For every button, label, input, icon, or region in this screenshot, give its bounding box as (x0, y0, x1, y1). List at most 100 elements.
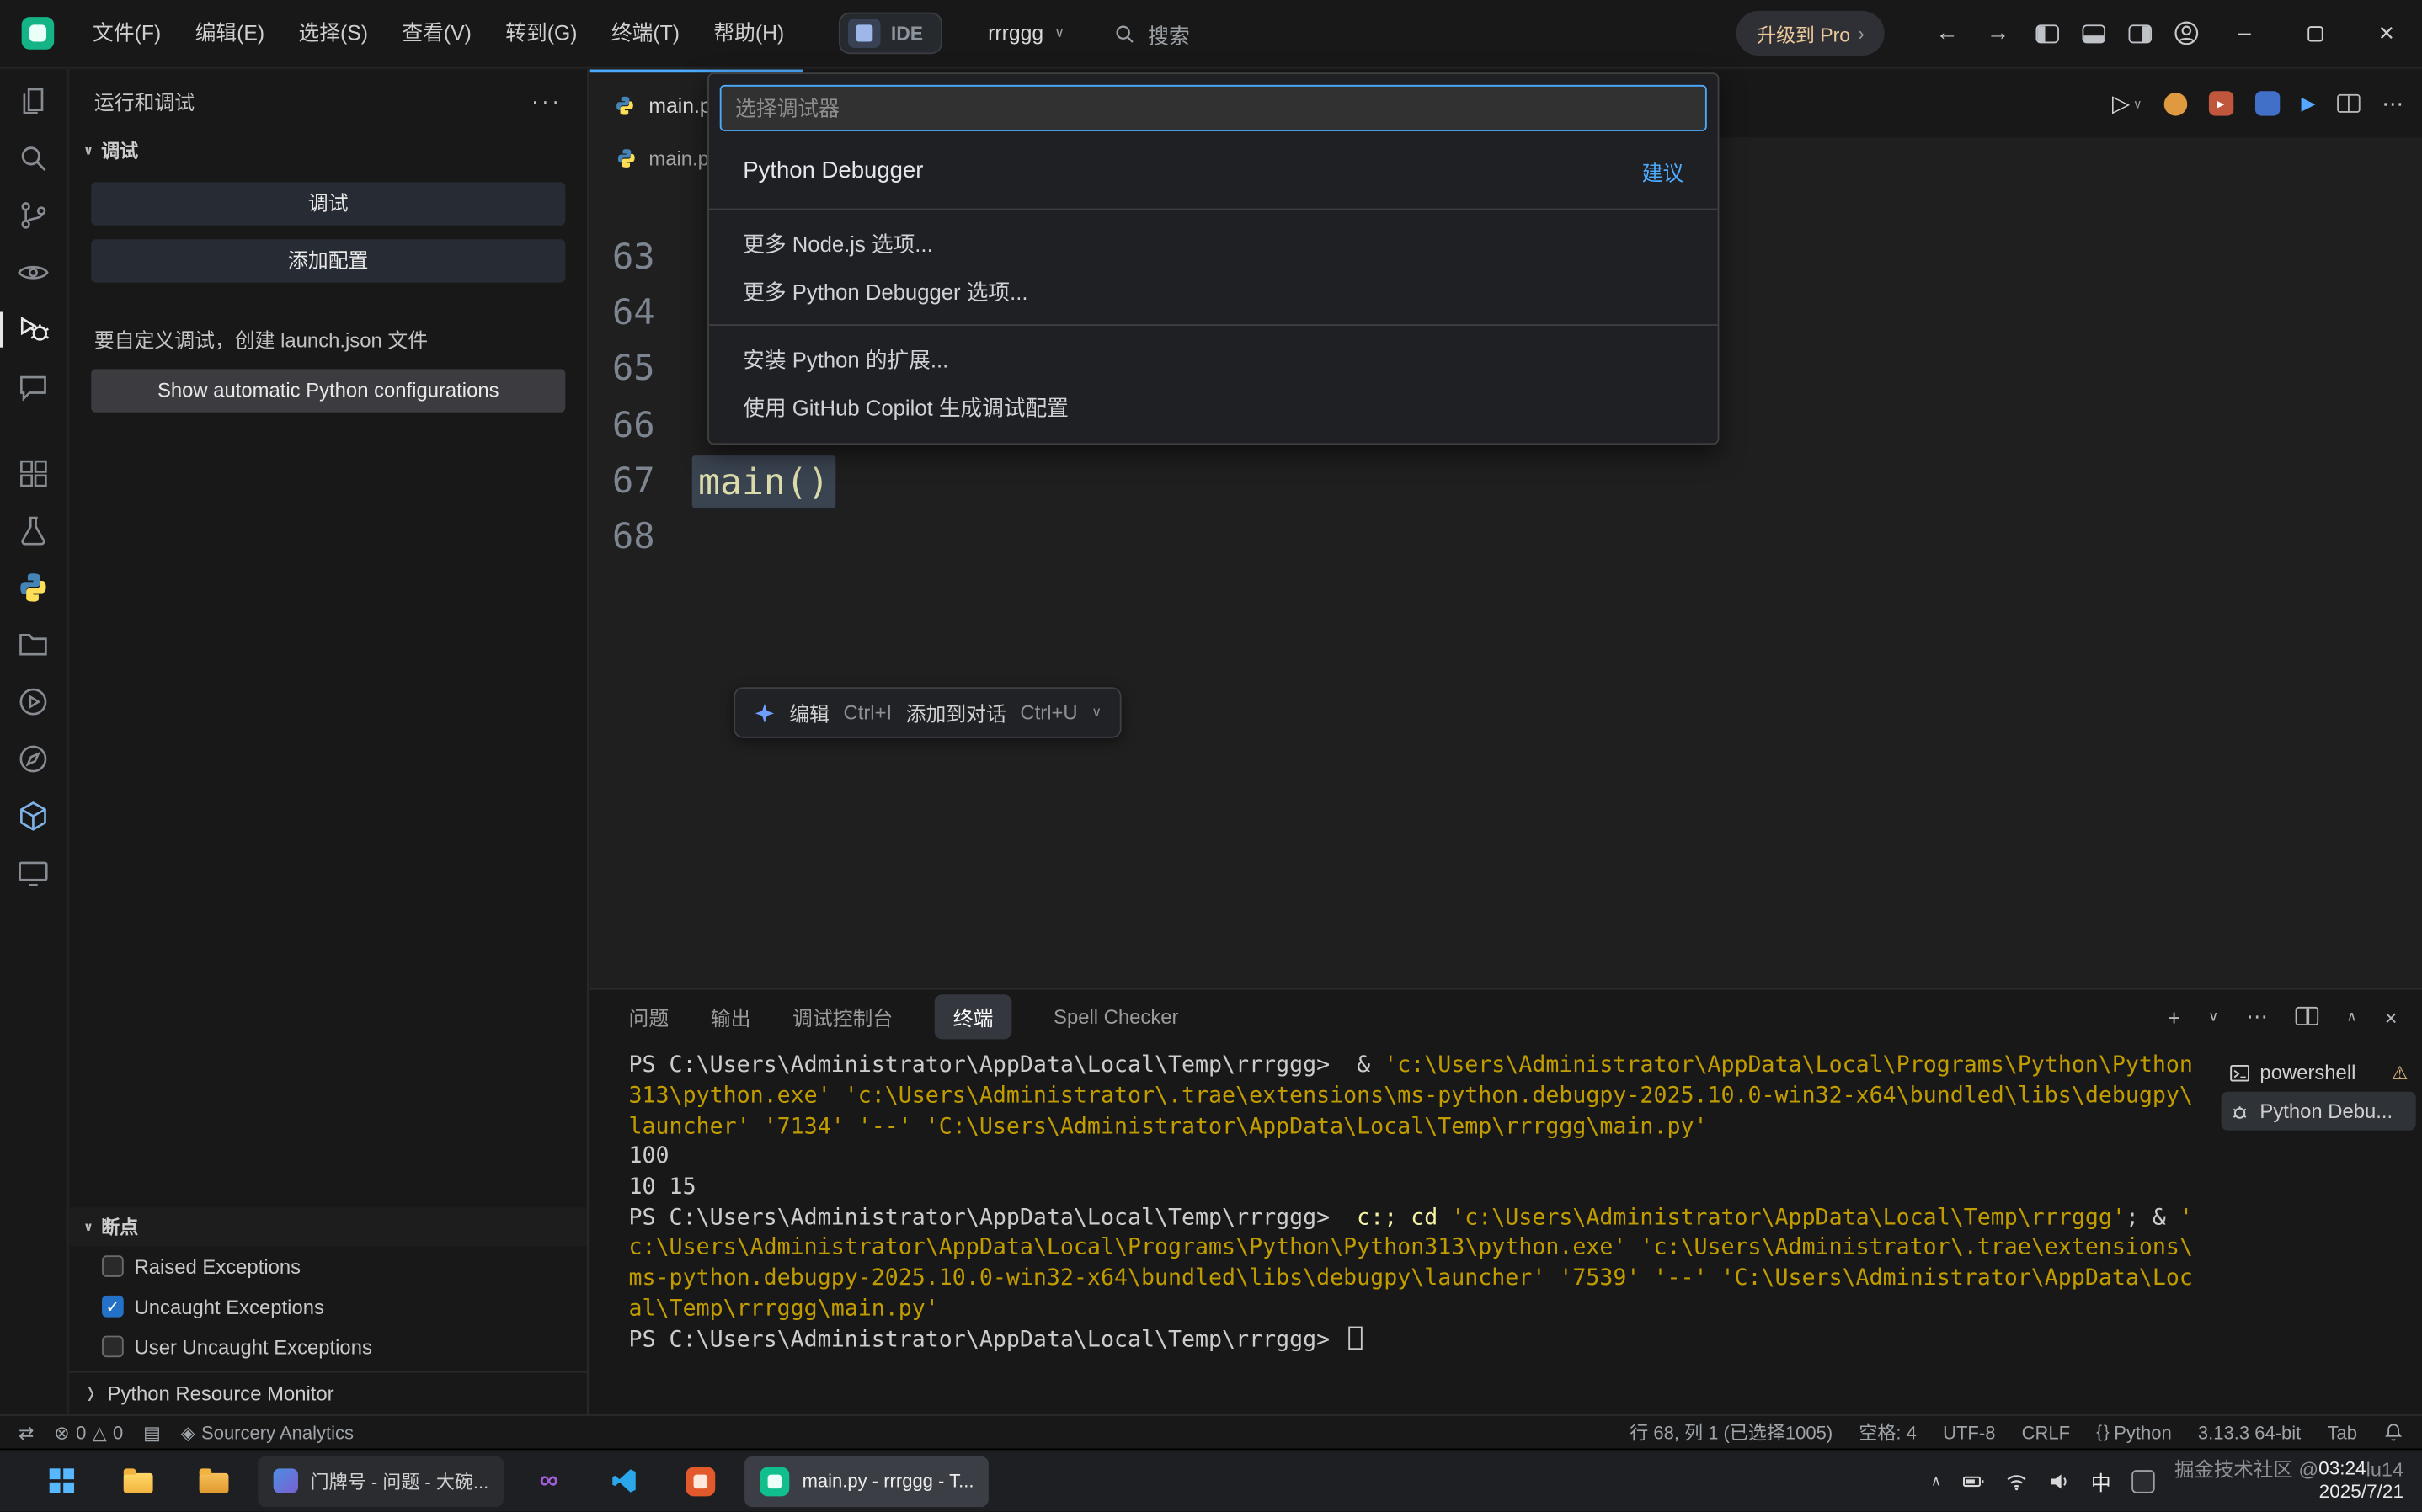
dismiss-icon[interactable]: ∨ (1091, 704, 1102, 721)
tray-clock[interactable]: 掘金技术社区 @03:24lu14 2025/7/21 (2174, 1457, 2403, 1505)
activity-compass-icon[interactable] (0, 731, 67, 788)
cursor-position[interactable]: 行 68, 列 1 (已选择1005) (1630, 1419, 1833, 1445)
ime-mode-icon[interactable] (2131, 1470, 2155, 1493)
sourcery-status[interactable]: ◈ Sourcery Analytics (181, 1422, 354, 1444)
menu-item[interactable]: 文件(F) (76, 10, 179, 56)
nav-forward-button[interactable]: → (1972, 20, 2024, 46)
quickpick-item[interactable]: 更多 Node.js 选项... (709, 219, 1718, 267)
panel-more-actions-icon[interactable]: ⋯ (2246, 1004, 2268, 1030)
run-python-file-button[interactable]: ▷∨ (2112, 89, 2142, 117)
breakpoint-checkbox[interactable] (102, 1296, 124, 1318)
indent-indicator[interactable]: 空格: 4 (1859, 1419, 1916, 1445)
activity-search-icon[interactable] (0, 130, 67, 187)
panel-tab[interactable]: 调试控制台 (792, 1003, 893, 1032)
encoding-indicator[interactable]: UTF-8 (1943, 1422, 1995, 1444)
visual-studio-button[interactable]: ∞ (518, 1456, 579, 1507)
inline-chat-hint[interactable]: 编辑 Ctrl+I 添加到对话 Ctrl+U ∨ (734, 687, 1122, 738)
folder-shortcut-button[interactable] (182, 1456, 243, 1507)
breakpoint-checkbox[interactable] (102, 1256, 124, 1278)
toggle-panel-icon[interactable] (2070, 10, 2116, 56)
breakpoint-item[interactable]: Uncaught Exceptions (70, 1286, 587, 1327)
live-run-icon[interactable]: ▶ (2302, 93, 2316, 114)
file-explorer-button[interactable] (107, 1456, 168, 1507)
activity-chat-icon[interactable] (0, 359, 67, 416)
activity-watch-icon[interactable] (0, 244, 67, 301)
menu-item[interactable]: 转到(G) (488, 10, 595, 56)
problems-indicator[interactable]: ⊗0 △0 (54, 1422, 123, 1444)
breakpoints-header[interactable]: ∨ 断点 (70, 1208, 587, 1247)
vscode-button[interactable] (594, 1456, 655, 1507)
volume-icon[interactable] (2048, 1470, 2072, 1493)
run-dedicated-terminal-icon[interactable]: ▸ (2208, 91, 2233, 115)
active-window-button[interactable]: main.py - rrrggg - T... (745, 1456, 990, 1507)
breakpoint-item[interactable]: Raised Exceptions (70, 1247, 587, 1287)
ai-assistant-icon[interactable] (2163, 92, 2187, 115)
wifi-icon[interactable] (2004, 1470, 2028, 1493)
menu-item[interactable]: 查看(V) (385, 10, 488, 56)
panel-tab[interactable]: Spell Checker (1054, 1005, 1178, 1029)
panel-tab[interactable]: 终端 (935, 995, 1012, 1040)
maximize-panel-icon[interactable]: ∧ (2347, 1009, 2357, 1025)
panel-tab[interactable]: 问题 (629, 1003, 670, 1032)
start-button[interactable] (31, 1456, 93, 1507)
menu-item[interactable]: 编辑(E) (178, 10, 281, 56)
activity-test-icon[interactable] (0, 502, 67, 559)
app-logo-icon[interactable] (22, 17, 55, 50)
python-resource-monitor-section[interactable]: ❭ Python Resource Monitor (70, 1371, 587, 1414)
terminal-instance[interactable]: powershell⚠ (2222, 1053, 2416, 1092)
global-search[interactable]: 搜索 (1114, 18, 1190, 49)
activity-folder-icon[interactable] (0, 616, 67, 673)
pinned-window-button[interactable]: 门牌号 - 问题 - 大碗... (258, 1456, 504, 1507)
menu-item[interactable]: 选择(S) (281, 10, 385, 56)
menu-item[interactable]: 终端(T) (595, 10, 697, 56)
ports-icon[interactable]: ▤ (143, 1422, 161, 1444)
quickpick-input[interactable] (720, 85, 1707, 131)
toggle-secondary-sidebar-icon[interactable] (2116, 10, 2163, 56)
activity-explorer-icon[interactable] (0, 72, 67, 130)
more-actions-icon[interactable]: ··· (531, 88, 563, 113)
add-config-button[interactable]: 添加配置 (91, 239, 565, 282)
python-interpreter[interactable]: 3.13.3 64-bit (2198, 1422, 2301, 1444)
activity-extensions-icon[interactable] (0, 445, 67, 502)
debug-section-header[interactable]: ∨ 调试 (70, 131, 587, 168)
account-icon[interactable] (2163, 10, 2209, 56)
split-editor-icon[interactable] (2337, 94, 2361, 113)
debug-button[interactable]: 调试 (91, 182, 565, 225)
breakpoint-checkbox[interactable] (102, 1336, 124, 1358)
tray-overflow-icon[interactable]: ∧ (1931, 1472, 1941, 1489)
battery-icon[interactable] (1961, 1470, 1985, 1493)
minimize-button[interactable]: – (2209, 0, 2280, 67)
activity-python-icon[interactable] (0, 559, 67, 616)
nav-back-button[interactable]: ← (1922, 20, 1973, 46)
close-button[interactable]: × (2351, 0, 2422, 67)
maximize-button[interactable] (2280, 0, 2350, 67)
terminal-instance[interactable]: Python Debu... (2222, 1092, 2416, 1131)
notifications-bell-icon[interactable] (2383, 1422, 2403, 1442)
activity-run-circle-icon[interactable] (0, 673, 67, 731)
quickpick-item[interactable]: 更多 Python Debugger 选项... (709, 267, 1718, 315)
notebook-icon[interactable] (2255, 91, 2280, 115)
language-mode[interactable]: { } Python (2096, 1422, 2171, 1444)
split-terminal-icon[interactable] (2296, 1004, 2319, 1029)
close-panel-icon[interactable]: × (2385, 1004, 2398, 1029)
activity-package-icon[interactable] (0, 787, 67, 844)
screenshot-app-button[interactable] (670, 1456, 731, 1507)
activity-remote-device-icon[interactable] (0, 844, 67, 902)
remote-icon[interactable]: ⇄ (19, 1422, 34, 1444)
workspace-switcher[interactable]: rrrggg ∨ (988, 22, 1064, 45)
new-terminal-icon[interactable]: + (2168, 1004, 2180, 1029)
panel-tab[interactable]: 输出 (711, 1003, 751, 1032)
activity-run-debug-icon[interactable] (0, 301, 67, 359)
upgrade-pro-button[interactable]: 升级到 Pro › (1736, 11, 1884, 56)
menu-item[interactable]: 帮助(H) (696, 10, 801, 56)
tab-focus-mode[interactable]: Tab (2327, 1422, 2357, 1444)
terminal-output[interactable]: PS C:\Users\Administrator\AppData\Local\… (590, 1044, 2222, 1414)
quickpick-item[interactable]: Python Debugger建议 (709, 142, 1718, 200)
auto-python-config-button[interactable]: Show automatic Python configurations (91, 369, 565, 412)
ime-language-indicator[interactable]: 中 (2091, 1467, 2111, 1496)
more-editor-actions-icon[interactable]: ⋯ (2382, 90, 2403, 116)
ide-mode-badge[interactable]: IDE (839, 13, 942, 55)
terminal-dropdown-icon[interactable]: ∨ (2208, 1009, 2218, 1025)
quickpick-item[interactable]: 使用 GitHub Copilot 生成调试配置 (709, 383, 1718, 431)
quickpick-item[interactable]: 安装 Python 的扩展... (709, 335, 1718, 383)
